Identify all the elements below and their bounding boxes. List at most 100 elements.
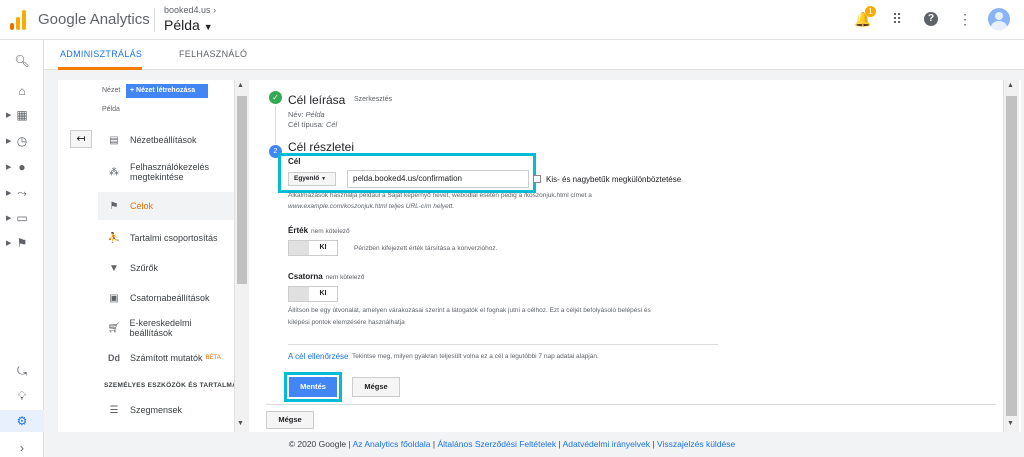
sidebar-item-label: Felhasználókezelés	[130, 162, 210, 172]
main-scrollbar[interactable]: ▲ ▼	[1003, 80, 1019, 432]
scroll-up-icon[interactable]: ▲	[1007, 82, 1014, 89]
sidebar-item-goals[interactable]: ⚑ Célok	[98, 192, 234, 220]
home-icon[interactable]: ⌂	[0, 80, 44, 102]
notification-badge: 1	[865, 6, 876, 17]
sidebar-item-label: Tartalmi csoportosítás	[130, 233, 218, 243]
sidebar-item-segments[interactable]: ☰ Szegmensek	[98, 398, 234, 422]
admin-content: Nézet + Nézet létrehozása Példa ↤ ▤ Néze…	[58, 80, 1021, 432]
sidebar-item-user-management[interactable]: ⁂ Felhasználókezelés megtekintése	[98, 158, 234, 186]
funnel-label: Csatorna	[288, 272, 323, 281]
scroll-down-icon[interactable]: ▼	[237, 420, 244, 427]
sidebar-scrollbar[interactable]: ▲ ▼	[234, 80, 249, 432]
highlight-box-destination	[278, 153, 536, 193]
people-icon: ⁂	[109, 166, 119, 178]
sidebar-item-label: E-kereskedelmi beállítások	[129, 318, 192, 338]
cart-icon: 🛒︎	[107, 322, 121, 334]
scroll-down-icon[interactable]: ▼	[1007, 420, 1014, 427]
sidebar-item-ecommerce-settings[interactable]: 🛒︎ E-kereskedelmi beállítások	[98, 316, 234, 340]
sidebar-item-content-grouping[interactable]: ⛹ Tartalmi csoportosítás	[98, 226, 234, 250]
footer-link-analytics-home[interactable]: Az Analytics főoldala	[353, 439, 431, 449]
scroll-thumb[interactable]	[1006, 96, 1017, 416]
case-sensitive-label: Kis- és nagybetűk megkülönböztetése	[546, 175, 682, 184]
flag-icon[interactable]: ▶ ⚑	[0, 232, 44, 254]
help-example: www.example.com/koszonjuk.html teljes UR…	[288, 203, 455, 210]
top-icons: 🔔 1 ⠿ ? ⋮	[852, 6, 1010, 30]
view-selector[interactable]: Példa ▼	[164, 17, 213, 33]
lightbulb-icon[interactable]: 💡︎	[0, 385, 44, 407]
create-view-button[interactable]: + Nézet létrehozása	[126, 84, 208, 98]
scroll-thumb[interactable]	[237, 96, 247, 284]
channel-icon: ▣	[109, 292, 119, 304]
flag-icon: ⚑	[109, 200, 119, 212]
dd-icon: Dd	[108, 353, 120, 363]
name-label: Név:	[288, 110, 304, 119]
sidebar-item-label-wrap: Felhasználókezelés megtekintése	[130, 162, 209, 182]
notifications-icon[interactable]: 🔔 1	[852, 6, 876, 30]
avatar[interactable]	[988, 8, 1010, 30]
value-label: Érték	[288, 226, 309, 235]
behavior-icon[interactable]: ▶ ▭	[0, 207, 44, 229]
apps-grid-icon[interactable]: ⠿	[886, 8, 908, 30]
help-icon[interactable]: ?	[920, 8, 942, 30]
back-arrow-icon[interactable]: ↤	[70, 130, 92, 148]
value-toggle[interactable]: KI	[288, 240, 338, 256]
footer-link-privacy[interactable]: Adatvédelmi irányelvek	[563, 439, 650, 449]
document-icon: ▤	[109, 134, 119, 146]
verify-description: Tekintse meg, milyen gyakran teljesült v…	[352, 353, 599, 360]
sidebar-item-view-settings[interactable]: ▤ Nézetbeállítások	[98, 128, 234, 152]
active-tab-indicator	[58, 67, 142, 70]
share-icon[interactable]: ⤿	[0, 360, 44, 382]
top-bar: Google Analytics booked4.us › Példa ▼ 🔔 1…	[0, 0, 1024, 40]
funnel-toggle[interactable]: KI	[288, 286, 338, 302]
dashboard-icon[interactable]: ▶ ▦	[0, 104, 44, 126]
separator: |	[558, 439, 561, 449]
step-title-description: Cél leírása	[288, 93, 346, 107]
type-value: Cél	[325, 120, 338, 129]
verify-goal-link[interactable]: A cél ellenőrzése	[288, 352, 348, 361]
tab-user[interactable]: FELHASZNÁLÓ	[179, 49, 247, 59]
account-breadcrumb[interactable]: booked4.us ›	[164, 5, 216, 15]
name-value: Példa	[305, 110, 325, 119]
separator: |	[348, 439, 351, 449]
sidebar-item-filters[interactable]: ▼ Szűrők	[98, 256, 234, 280]
value-label-wrap: Érték nem kötelező	[288, 226, 350, 235]
footer-link-feedback[interactable]: Visszajelzés küldése	[657, 439, 735, 449]
toggle-state: KI	[309, 241, 337, 255]
copyright: © 2020 Google	[288, 439, 347, 449]
filter-icon: ▼	[109, 262, 119, 274]
divider	[266, 404, 996, 405]
acquisition-icon[interactable]: ▶ ⤳	[0, 182, 44, 204]
analytics-logo-icon[interactable]	[10, 10, 28, 30]
chevron-right-icon: ›	[213, 5, 217, 15]
sidebar-item-channel-settings[interactable]: ▣ Csatornabeállítások	[98, 286, 234, 310]
more-options-icon[interactable]: ⋮	[954, 8, 976, 30]
view-name: Példa	[164, 17, 200, 33]
cancel-button[interactable]: Mégse	[352, 377, 400, 397]
sidebar-item-calculated-metrics[interactable]: Dd Számított mutatók BÉTA	[98, 346, 234, 370]
footer-link-terms[interactable]: Általános Szerződési Feltételek	[438, 439, 557, 449]
scroll-up-icon[interactable]: ▲	[237, 82, 244, 89]
cancel-button-bottom[interactable]: Mégse	[266, 411, 314, 429]
search-icon[interactable]: 🔍︎	[0, 50, 44, 72]
sidebar-item-label: Csatornabeállítások	[130, 293, 210, 303]
case-sensitive-checkbox[interactable]	[533, 175, 541, 183]
sidebar-item-label: Célok	[130, 201, 154, 211]
funnel-label-wrap: Csatorna nem kötelező	[288, 272, 364, 281]
gear-icon[interactable]: ⚙	[0, 410, 44, 432]
goal-type-line: Cél típusa: Cél	[288, 120, 337, 129]
clock-icon[interactable]: ▶ ◷	[0, 130, 44, 152]
toggle-knob	[289, 241, 309, 255]
sidebar-item-label: Szegmensek	[130, 405, 183, 415]
funnel-optional: nem kötelező	[325, 274, 365, 281]
destination-help-line-1: Alkalmazások használja például a Saját k…	[288, 192, 592, 199]
left-rail: 🔍︎ ⌂ ▶ ▦ ▶ ◷ ▶ ● ▶ ⤳ ▶ ▭ ▶ ⚑ ⤿ 💡︎ ⚙ ›	[0, 40, 44, 457]
app-name[interactable]: Google Analytics	[38, 11, 150, 28]
sidebar-item-label: Szűrők	[130, 263, 159, 273]
person-icon[interactable]: ▶ ●	[0, 156, 44, 178]
goal-panel: ✓ Cél leírása Szerkesztés Név: Példa Cél…	[266, 80, 1006, 432]
tab-admin[interactable]: ADMINISZTRÁLÁS	[60, 49, 142, 59]
sidebar-item-label: Nézetbeállítások	[130, 135, 197, 145]
edit-link[interactable]: Szerkesztés	[354, 96, 392, 103]
account-name: booked4.us	[164, 5, 211, 15]
sidebar-item-label-2: megtekintése	[130, 172, 184, 182]
